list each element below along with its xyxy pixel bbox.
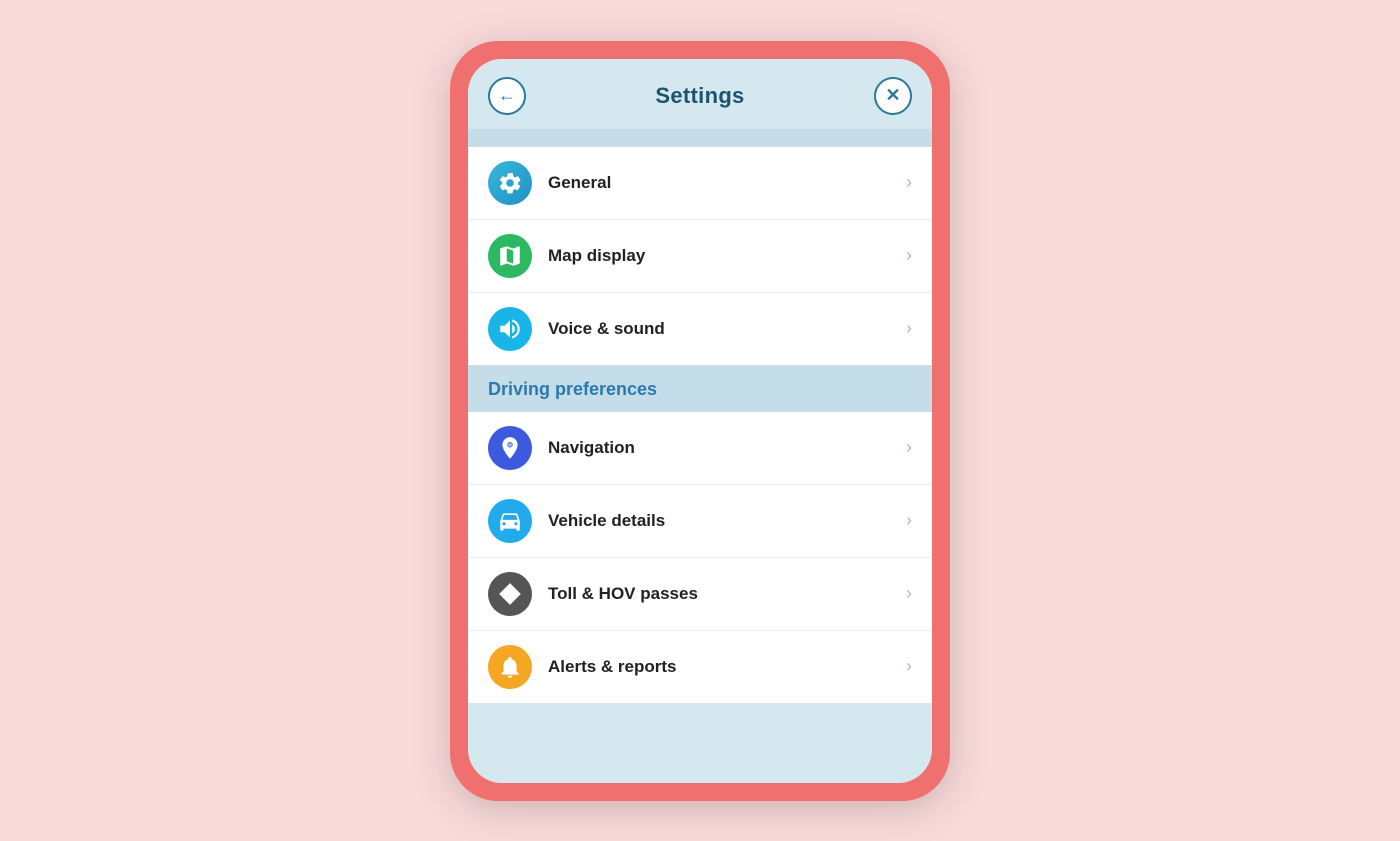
settings-header: ← Settings ✕	[468, 59, 932, 129]
vehicle-details-label: Vehicle details	[548, 511, 906, 531]
voice-sound-chevron: ›	[906, 318, 912, 339]
driving-preferences-group: Navigation › Vehicle details ›	[468, 412, 932, 703]
voice-sound-item[interactable]: Voice & sound ›	[468, 293, 932, 365]
general-label: General	[548, 173, 906, 193]
map-display-label: Map display	[548, 246, 906, 266]
close-button[interactable]: ✕	[874, 77, 912, 115]
alerts-reports-item[interactable]: Alerts & reports ›	[468, 631, 932, 703]
alert-icon	[497, 654, 523, 680]
speaker-icon	[497, 316, 523, 342]
alerts-reports-chevron: ›	[906, 656, 912, 677]
close-icon: ✕	[885, 85, 900, 106]
navigation-chevron: ›	[906, 437, 912, 458]
top-divider	[468, 129, 932, 147]
toll-icon-bg	[488, 572, 532, 616]
phone-shell: ← Settings ✕ General	[450, 41, 950, 801]
general-item[interactable]: General ›	[468, 147, 932, 220]
back-icon: ←	[498, 85, 516, 106]
driving-preferences-title: Driving preferences	[488, 379, 657, 399]
map-icon-bg	[488, 234, 532, 278]
page-title: Settings	[655, 83, 744, 109]
map-display-chevron: ›	[906, 245, 912, 266]
map-display-item[interactable]: Map display ›	[468, 220, 932, 293]
gear-icon	[497, 170, 523, 196]
map-icon	[497, 243, 523, 269]
general-chevron: ›	[906, 172, 912, 193]
driving-preferences-header: Driving preferences	[468, 365, 932, 412]
general-icon-bg	[488, 161, 532, 205]
alerts-icon-bg	[488, 645, 532, 689]
voice-icon-bg	[488, 307, 532, 351]
navigation-icon	[497, 435, 523, 461]
general-group: General › Map display ›	[468, 147, 932, 365]
navigation-label: Navigation	[548, 438, 906, 458]
voice-sound-label: Voice & sound	[548, 319, 906, 339]
toll-hov-item[interactable]: Toll & HOV passes ›	[468, 558, 932, 631]
vehicle-details-chevron: ›	[906, 510, 912, 531]
diamond-icon	[497, 581, 523, 607]
toll-hov-label: Toll & HOV passes	[548, 584, 906, 604]
toll-hov-chevron: ›	[906, 583, 912, 604]
car-icon	[497, 508, 523, 534]
settings-content: General › Map display ›	[468, 129, 932, 783]
vehicle-icon-bg	[488, 499, 532, 543]
alerts-reports-label: Alerts & reports	[548, 657, 906, 677]
navigation-item[interactable]: Navigation ›	[468, 412, 932, 485]
vehicle-details-item[interactable]: Vehicle details ›	[468, 485, 932, 558]
phone-screen: ← Settings ✕ General	[468, 59, 932, 783]
back-button[interactable]: ←	[488, 77, 526, 115]
navigation-icon-bg	[488, 426, 532, 470]
